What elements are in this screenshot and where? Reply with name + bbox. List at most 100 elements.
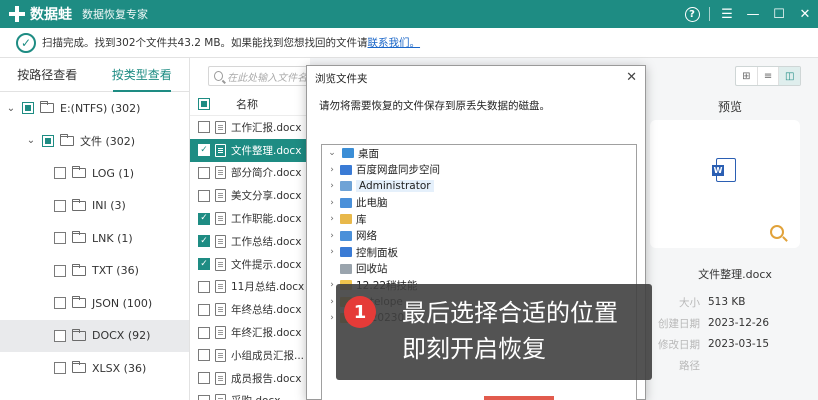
contact-us-link[interactable]: 联系我们。 [368,35,421,50]
search-input[interactable]: 在此处输入文件名称 [208,66,308,86]
file-row[interactable]: 小组成员汇报... [190,344,310,367]
chevron-right-icon[interactable]: › [328,181,336,191]
preview-title: 预览 [717,100,742,114]
file-checkbox[interactable] [198,189,210,202]
file-row[interactable]: 部分简介.docx [190,162,310,185]
file-row[interactable]: ✓ 工作总结.docx [190,230,310,253]
file-meta-row: 创建日期 2023-12-26 [650,313,810,333]
folder-icon [40,101,54,114]
file-list-header: 名称 [190,92,310,116]
meta-label: 修改日期 [658,338,700,351]
tree-item[interactable]: DOCX (92) [0,319,189,352]
folder-tree-label: 桌面 [358,147,379,160]
file-name: 成员报告.docx [231,372,302,385]
tree-item-label: LOG (1) [92,166,134,180]
file-row[interactable]: ✓ 工作职能.docx [190,207,310,230]
tree-item-label: INI (3) [92,199,126,213]
chevron-right-icon[interactable]: › [328,297,336,307]
folder-tree-item[interactable]: › 网络 [322,228,636,245]
tree-item[interactable]: ⌄ 文件 (302) [0,125,189,158]
tree-item[interactable]: LNK (1) [0,222,189,255]
chevron-right-icon[interactable]: › [328,198,336,208]
tree-checkbox[interactable] [54,232,66,245]
tree-item-label: DOCX (92) [92,329,151,343]
zoom-icon[interactable] [770,225,784,239]
tree-checkbox[interactable] [54,199,66,212]
dialog-close-icon[interactable]: ✕ [626,70,637,85]
file-checkbox[interactable] [198,394,210,400]
folder-tree-item[interactable]: › 库 [322,211,636,228]
tree-checkbox[interactable] [54,329,66,342]
file-checkbox[interactable] [198,372,210,385]
file-row[interactable]: 11月总结.docx [190,276,310,299]
folder-tree-label: 此电脑 [356,197,388,210]
tree-checkbox[interactable] [54,362,66,375]
document-icon [215,371,226,385]
close-button[interactable]: ✕ [792,0,818,28]
tree-item[interactable]: TXT (36) [0,255,189,288]
file-row[interactable]: 年终汇报.docx [190,321,310,344]
tab-by-type[interactable]: 按类型查看 [95,58,190,92]
close-icon: ✕ [799,6,811,22]
tree-checkbox[interactable] [54,167,66,180]
file-checkbox[interactable]: ✓ [198,144,210,157]
type-tree: ⌄ E:(NTFS) (302) ⌄ 文件 (302) LOG (1) INI (3) LN… [0,92,189,385]
tree-item[interactable]: XLSX (36) [0,352,189,385]
folder-tree-item[interactable]: › 此电脑 [322,195,636,212]
tree-item[interactable]: INI (3) [0,190,189,223]
file-checkbox[interactable]: ✓ [198,212,210,225]
tab-by-path[interactable]: 按路径查看 [0,58,95,91]
tree-checkbox[interactable] [22,102,34,115]
folder-tree-item[interactable]: › Administrator [322,178,636,195]
file-list: 工作汇报.docx ✓ 文件整理.docx 部分简介.docx 美文分享.docx ✓ 工作… [190,116,310,400]
minimize-button[interactable]: — [740,0,766,28]
folder-tree-item[interactable]: › 百度网盘同步空间 [322,162,636,179]
file-name: 小组成员汇报... [231,349,305,362]
chevron-down-icon[interactable]: ⌄ [26,135,36,146]
file-checkbox[interactable] [198,303,210,316]
folder-tree-item[interactable]: › 控制面板 [322,244,636,261]
file-checkbox[interactable] [198,280,210,293]
file-checkbox[interactable]: ✓ [198,258,210,271]
tree-item[interactable]: ⌄ E:(NTFS) (302) [0,92,189,125]
tree-item[interactable]: JSON (100) [0,287,189,320]
file-checkbox[interactable] [198,326,210,339]
file-name: 文件提示.docx [231,258,302,271]
folder-tree-item[interactable]: 回收站 [322,261,636,278]
view-tabs: 按路径查看 按类型查看 [0,58,189,92]
file-row[interactable]: 采购.docx [190,390,310,400]
chevron-right-icon[interactable]: › [328,231,336,241]
file-row[interactable]: 年终总结.docx [190,298,310,321]
list-view-button[interactable]: ≡ [758,67,780,85]
chevron-right-icon[interactable]: › [328,214,336,224]
file-checkbox[interactable] [198,349,210,362]
name-column-header[interactable]: 名称 [236,96,258,112]
chevron-right-icon[interactable]: › [328,247,336,257]
file-row[interactable]: 工作汇报.docx [190,116,310,139]
menu-button[interactable]: ☰ [714,0,740,28]
chevron-down-icon[interactable]: ⌄ [6,103,16,114]
tree-checkbox[interactable] [54,297,66,310]
grid-view-button[interactable]: ⊞ [736,67,758,85]
select-all-checkbox[interactable] [198,97,210,110]
folder-icon [72,328,86,341]
maximize-button[interactable]: ☐ [766,0,792,28]
file-checkbox[interactable] [198,121,210,134]
file-row[interactable]: 成员报告.docx [190,367,310,390]
file-checkbox[interactable] [198,166,210,179]
file-row[interactable]: ✓ 文件提示.docx [190,253,310,276]
file-row[interactable]: ✓ 文件整理.docx [190,138,310,162]
chevron-right-icon[interactable]: › [328,280,336,290]
preview-view-button[interactable]: ◫ [779,67,801,85]
chevron-right-icon[interactable]: › [328,313,336,323]
tree-checkbox[interactable] [42,134,54,147]
tree-checkbox[interactable] [54,264,66,277]
chevron-down-icon[interactable]: ⌄ [328,148,336,158]
chevron-right-icon[interactable]: › [328,165,336,175]
tree-item[interactable]: LOG (1) [0,157,189,190]
help-button[interactable]: ? [679,0,705,28]
document-icon [215,120,226,134]
file-checkbox[interactable]: ✓ [198,235,210,248]
folder-tree-item[interactable]: ⌄ 桌面 [322,145,636,162]
file-row[interactable]: 美文分享.docx [190,184,310,207]
